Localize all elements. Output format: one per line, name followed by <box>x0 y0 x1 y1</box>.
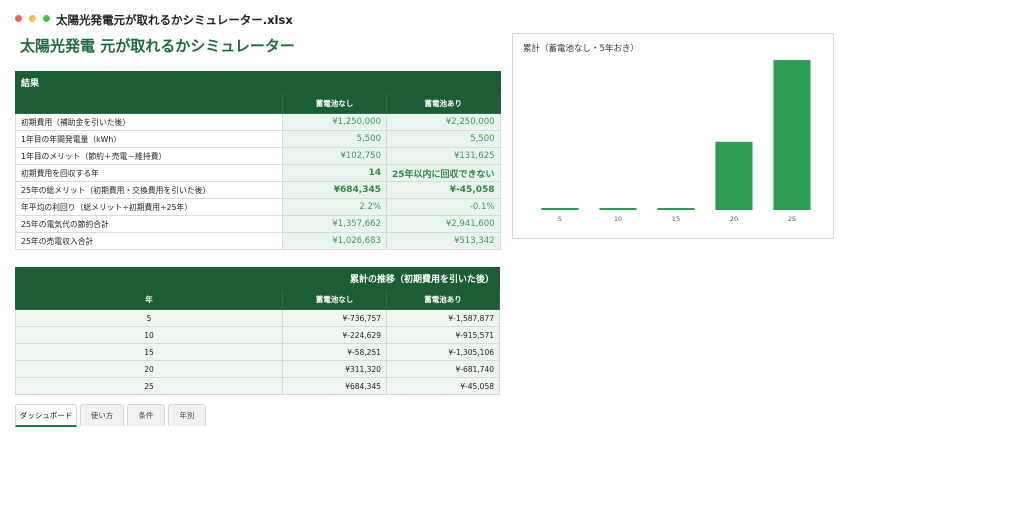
table-row: 25年の総メリット（初期費用・交換費用を引いた後） ¥684,345 ¥-45,… <box>15 181 501 199</box>
table-row: 15 ¥-58,251 ¥-1,305,106 <box>15 343 500 361</box>
result-value-no-battery[interactable]: ¥1,357,662 <box>282 215 387 233</box>
page-title: 太陽光発電 元が取れるかシミュレーター <box>20 37 295 55</box>
result-label[interactable]: 25年の電気代の節約合計 <box>15 215 283 233</box>
table-row: 5 ¥-736,757 ¥-1,587,877 <box>15 309 500 327</box>
result-label[interactable]: 初期費用（補助金を引いた後） <box>15 113 283 131</box>
trend-value-with-battery[interactable]: ¥-1,305,106 <box>386 343 500 361</box>
result-value-no-battery[interactable]: ¥1,026,683 <box>282 232 387 250</box>
result-label[interactable]: 1年目の年間発電量（kWh） <box>15 130 283 148</box>
table-row: 初期費用（補助金を引いた後） ¥1,250,000 ¥2,250,000 <box>15 113 501 131</box>
result-value-with-battery[interactable]: ¥513,342 <box>386 232 501 250</box>
table-row: 10 ¥-224,629 ¥-915,571 <box>15 326 500 344</box>
result-value-no-battery[interactable]: 14 <box>282 164 387 182</box>
results-col-head-blank <box>15 93 283 114</box>
trend-value-no-battery[interactable]: ¥-224,629 <box>282 326 387 344</box>
chart-bar[interactable] <box>715 141 753 210</box>
chart-bar[interactable] <box>541 208 579 210</box>
table-row: 20 ¥311,320 ¥-681,740 <box>15 360 500 378</box>
result-label[interactable]: 25年の売電収入合計 <box>15 232 283 250</box>
table-row: 25年の電気代の節約合計 ¥1,357,662 ¥2,941,600 <box>15 215 501 233</box>
result-value-no-battery[interactable]: 2.2% <box>282 198 387 216</box>
chart-plot: 5 10 15 20 25 <box>541 60 811 223</box>
table-row: 25年の売電収入合計 ¥1,026,683 ¥513,342 <box>15 232 501 250</box>
close-window-button[interactable] <box>15 15 22 22</box>
trend-section-title: 累計の推移（初期費用を引いた後） <box>15 267 500 290</box>
result-value-no-battery[interactable]: ¥102,750 <box>282 147 387 165</box>
trend-year[interactable]: 10 <box>15 326 283 344</box>
table-row: 25 ¥684,345 ¥-45,058 <box>15 377 500 395</box>
trend-col-head-with-battery: 蓄電池あり <box>386 289 500 310</box>
trend-year[interactable]: 25 <box>15 377 283 395</box>
result-value-with-battery[interactable]: ¥-45,058 <box>386 181 501 199</box>
chart-bar[interactable] <box>773 60 811 210</box>
window-title: 太陽光発電元が取れるかシミュレーター.xlsx <box>56 13 293 27</box>
results-table: 結果 蓄電池なし 蓄電池あり 初期費用（補助金を引いた後） ¥1,250,000… <box>15 71 501 250</box>
chart-x-tick-label: 10 <box>614 215 622 223</box>
trend-col-head-year: 年 <box>15 289 283 310</box>
result-value-no-battery[interactable]: ¥1,250,000 <box>282 113 387 131</box>
results-col-head-with-battery: 蓄電池あり <box>386 93 501 114</box>
table-row: 1年目のメリット（節約＋売電－維持費） ¥102,750 ¥131,625 <box>15 147 501 165</box>
chart-bar[interactable] <box>657 208 695 210</box>
trend-value-with-battery[interactable]: ¥-45,058 <box>386 377 500 395</box>
result-label[interactable]: 25年の総メリット（初期費用・交換費用を引いた後） <box>15 181 283 199</box>
result-value-with-battery[interactable]: 25年以内に回収できない <box>386 164 501 182</box>
result-value-with-battery[interactable]: ¥131,625 <box>386 147 501 165</box>
chart-x-tick-label: 15 <box>672 215 680 223</box>
result-value-with-battery[interactable]: 5,500 <box>386 130 501 148</box>
sheet-tab-howto[interactable]: 使い方 <box>80 404 124 426</box>
result-value-with-battery[interactable]: -0.1% <box>386 198 501 216</box>
results-col-head-no-battery: 蓄電池なし <box>282 93 387 114</box>
trend-table: 累計の推移（初期費用を引いた後） 年 蓄電池なし 蓄電池あり 5 ¥-736,7… <box>15 267 500 395</box>
maximize-window-button[interactable] <box>43 15 50 22</box>
trend-value-with-battery[interactable]: ¥-681,740 <box>386 360 500 378</box>
result-value-no-battery[interactable]: 5,500 <box>282 130 387 148</box>
chart-x-tick-label: 20 <box>730 215 738 223</box>
result-label[interactable]: 年平均の利回り（総メリット÷初期費用÷25年） <box>15 198 283 216</box>
trend-value-with-battery[interactable]: ¥-1,587,877 <box>386 309 500 327</box>
sheet-tab-yearly[interactable]: 年別 <box>168 404 206 426</box>
trend-col-head-no-battery: 蓄電池なし <box>282 289 387 310</box>
trend-value-no-battery[interactable]: ¥311,320 <box>282 360 387 378</box>
table-row: 年平均の利回り（総メリット÷初期費用÷25年） 2.2% -0.1% <box>15 198 501 216</box>
result-value-with-battery[interactable]: ¥2,941,600 <box>386 215 501 233</box>
results-section-title: 結果 <box>15 71 501 94</box>
cumulative-chart[interactable]: 累計（蓄電池なし・5年おき） 5 10 15 20 25 <box>512 33 834 239</box>
trend-value-no-battery[interactable]: ¥684,345 <box>282 377 387 395</box>
chart-bar[interactable] <box>599 208 637 210</box>
minimize-window-button[interactable] <box>29 15 36 22</box>
table-row: 1年目の年間発電量（kWh） 5,500 5,500 <box>15 130 501 148</box>
trend-year[interactable]: 20 <box>15 360 283 378</box>
sheet-tab-conditions[interactable]: 条件 <box>127 404 165 426</box>
result-label[interactable]: 1年目のメリット（節約＋売電－維持費） <box>15 147 283 165</box>
result-value-no-battery[interactable]: ¥684,345 <box>282 181 387 199</box>
trend-value-with-battery[interactable]: ¥-915,571 <box>386 326 500 344</box>
table-row: 初期費用を回収する年 14 25年以内に回収できない <box>15 164 501 182</box>
sheet-tab-dashboard[interactable]: ダッシュボード <box>15 404 77 427</box>
result-label[interactable]: 初期費用を回収する年 <box>15 164 283 182</box>
chart-x-tick-label: 5 <box>558 215 562 223</box>
trend-value-no-battery[interactable]: ¥-736,757 <box>282 309 387 327</box>
result-value-with-battery[interactable]: ¥2,250,000 <box>386 113 501 131</box>
trend-year[interactable]: 5 <box>15 309 283 327</box>
window-titlebar: 太陽光発電元が取れるかシミュレーター.xlsx <box>0 0 1024 36</box>
chart-x-tick-label: 25 <box>788 215 796 223</box>
trend-value-no-battery[interactable]: ¥-58,251 <box>282 343 387 361</box>
trend-year[interactable]: 15 <box>15 343 283 361</box>
